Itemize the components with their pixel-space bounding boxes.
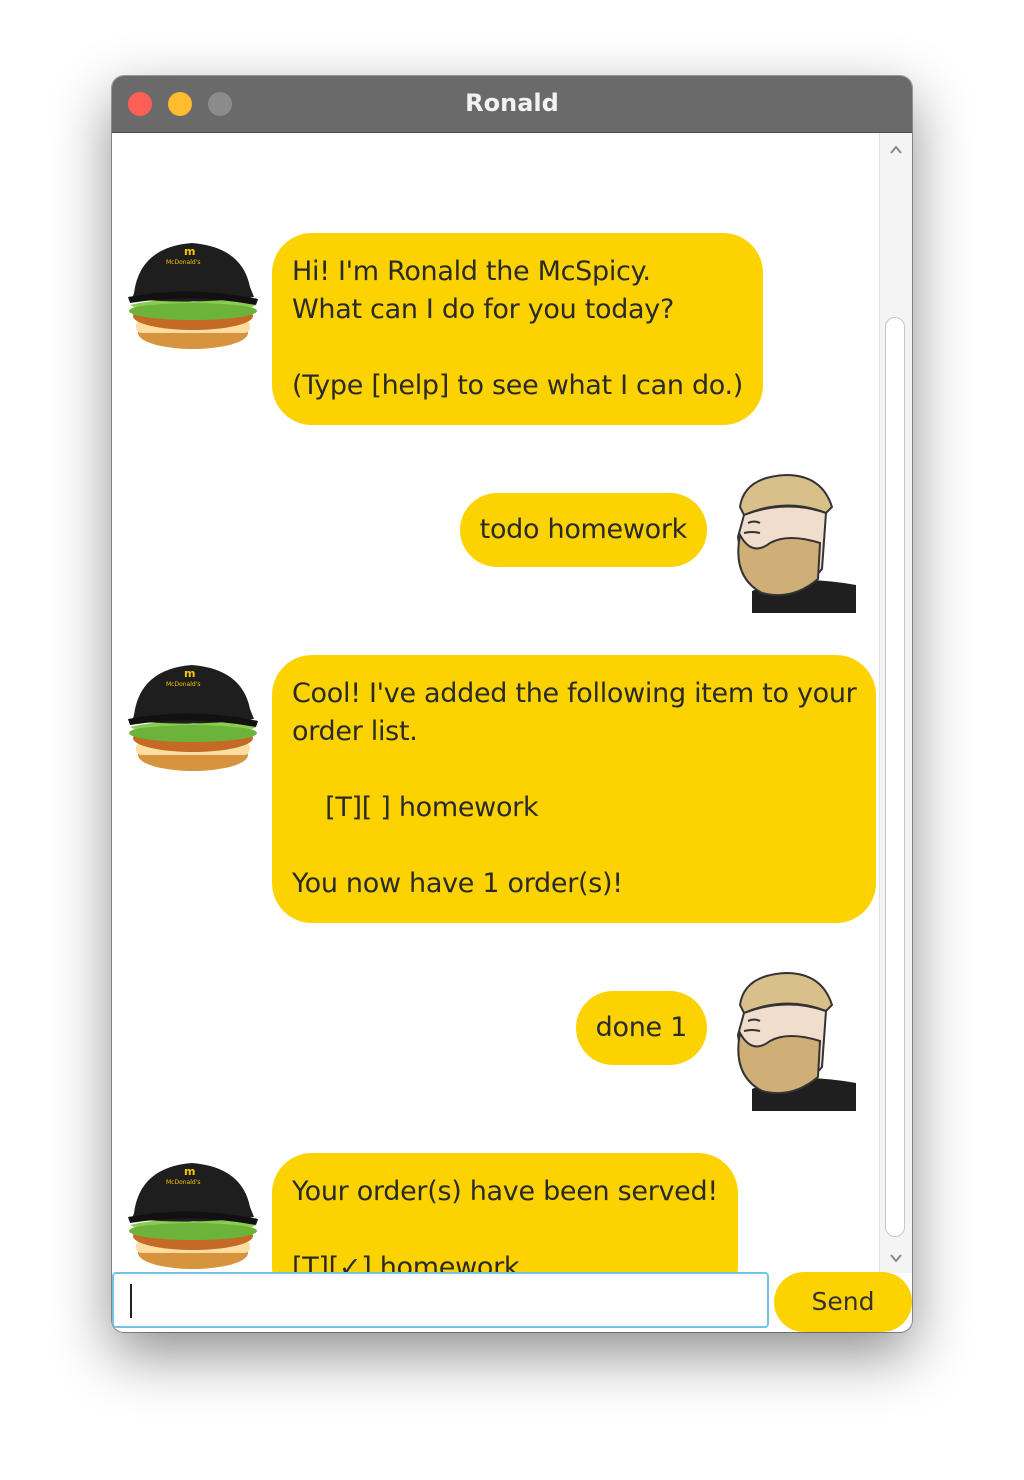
svg-text:m: m: [184, 245, 195, 258]
chat-scrollbar[interactable]: [879, 133, 912, 1273]
bot-message-bubble: Hi! I'm Ronald the McSpicy. What can I d…: [272, 233, 764, 425]
svg-text:McDonald's: McDonald's: [166, 681, 201, 688]
bearded-man-icon: [736, 971, 856, 1111]
message-input[interactable]: [112, 1272, 769, 1328]
send-button[interactable]: Send: [774, 1272, 912, 1332]
chevron-up-icon[interactable]: [889, 143, 903, 157]
burger-with-cap-icon: m McDonald's: [128, 1163, 258, 1269]
svg-text:McDonald's: McDonald's: [166, 1179, 201, 1186]
bot-message-bubble: Cool! I've added the following item to y…: [272, 655, 877, 923]
text-caret: [130, 1284, 132, 1318]
svg-text:m: m: [184, 667, 195, 680]
chat-area[interactable]: m McDonald's Hi! I'm Ronald the McSpicy.…: [112, 133, 879, 1332]
user-message-bubble: done 1: [575, 991, 707, 1065]
svg-text:m: m: [184, 1165, 195, 1178]
burger-with-cap-icon: m McDonald's: [128, 243, 258, 349]
app-window: Ronald m McDonald's Hi! I'm Ronald the M…: [112, 76, 912, 1332]
user-message-bubble: todo homework: [459, 493, 707, 567]
burger-with-cap-icon: m McDonald's: [128, 665, 258, 771]
scrollbar-thumb[interactable]: [885, 317, 905, 1237]
bearded-man-icon: [736, 473, 856, 613]
title-bar: Ronald: [112, 76, 912, 133]
chevron-down-icon[interactable]: [889, 1251, 903, 1265]
svg-text:McDonald's: McDonald's: [166, 259, 201, 266]
window-title: Ronald: [465, 89, 559, 117]
